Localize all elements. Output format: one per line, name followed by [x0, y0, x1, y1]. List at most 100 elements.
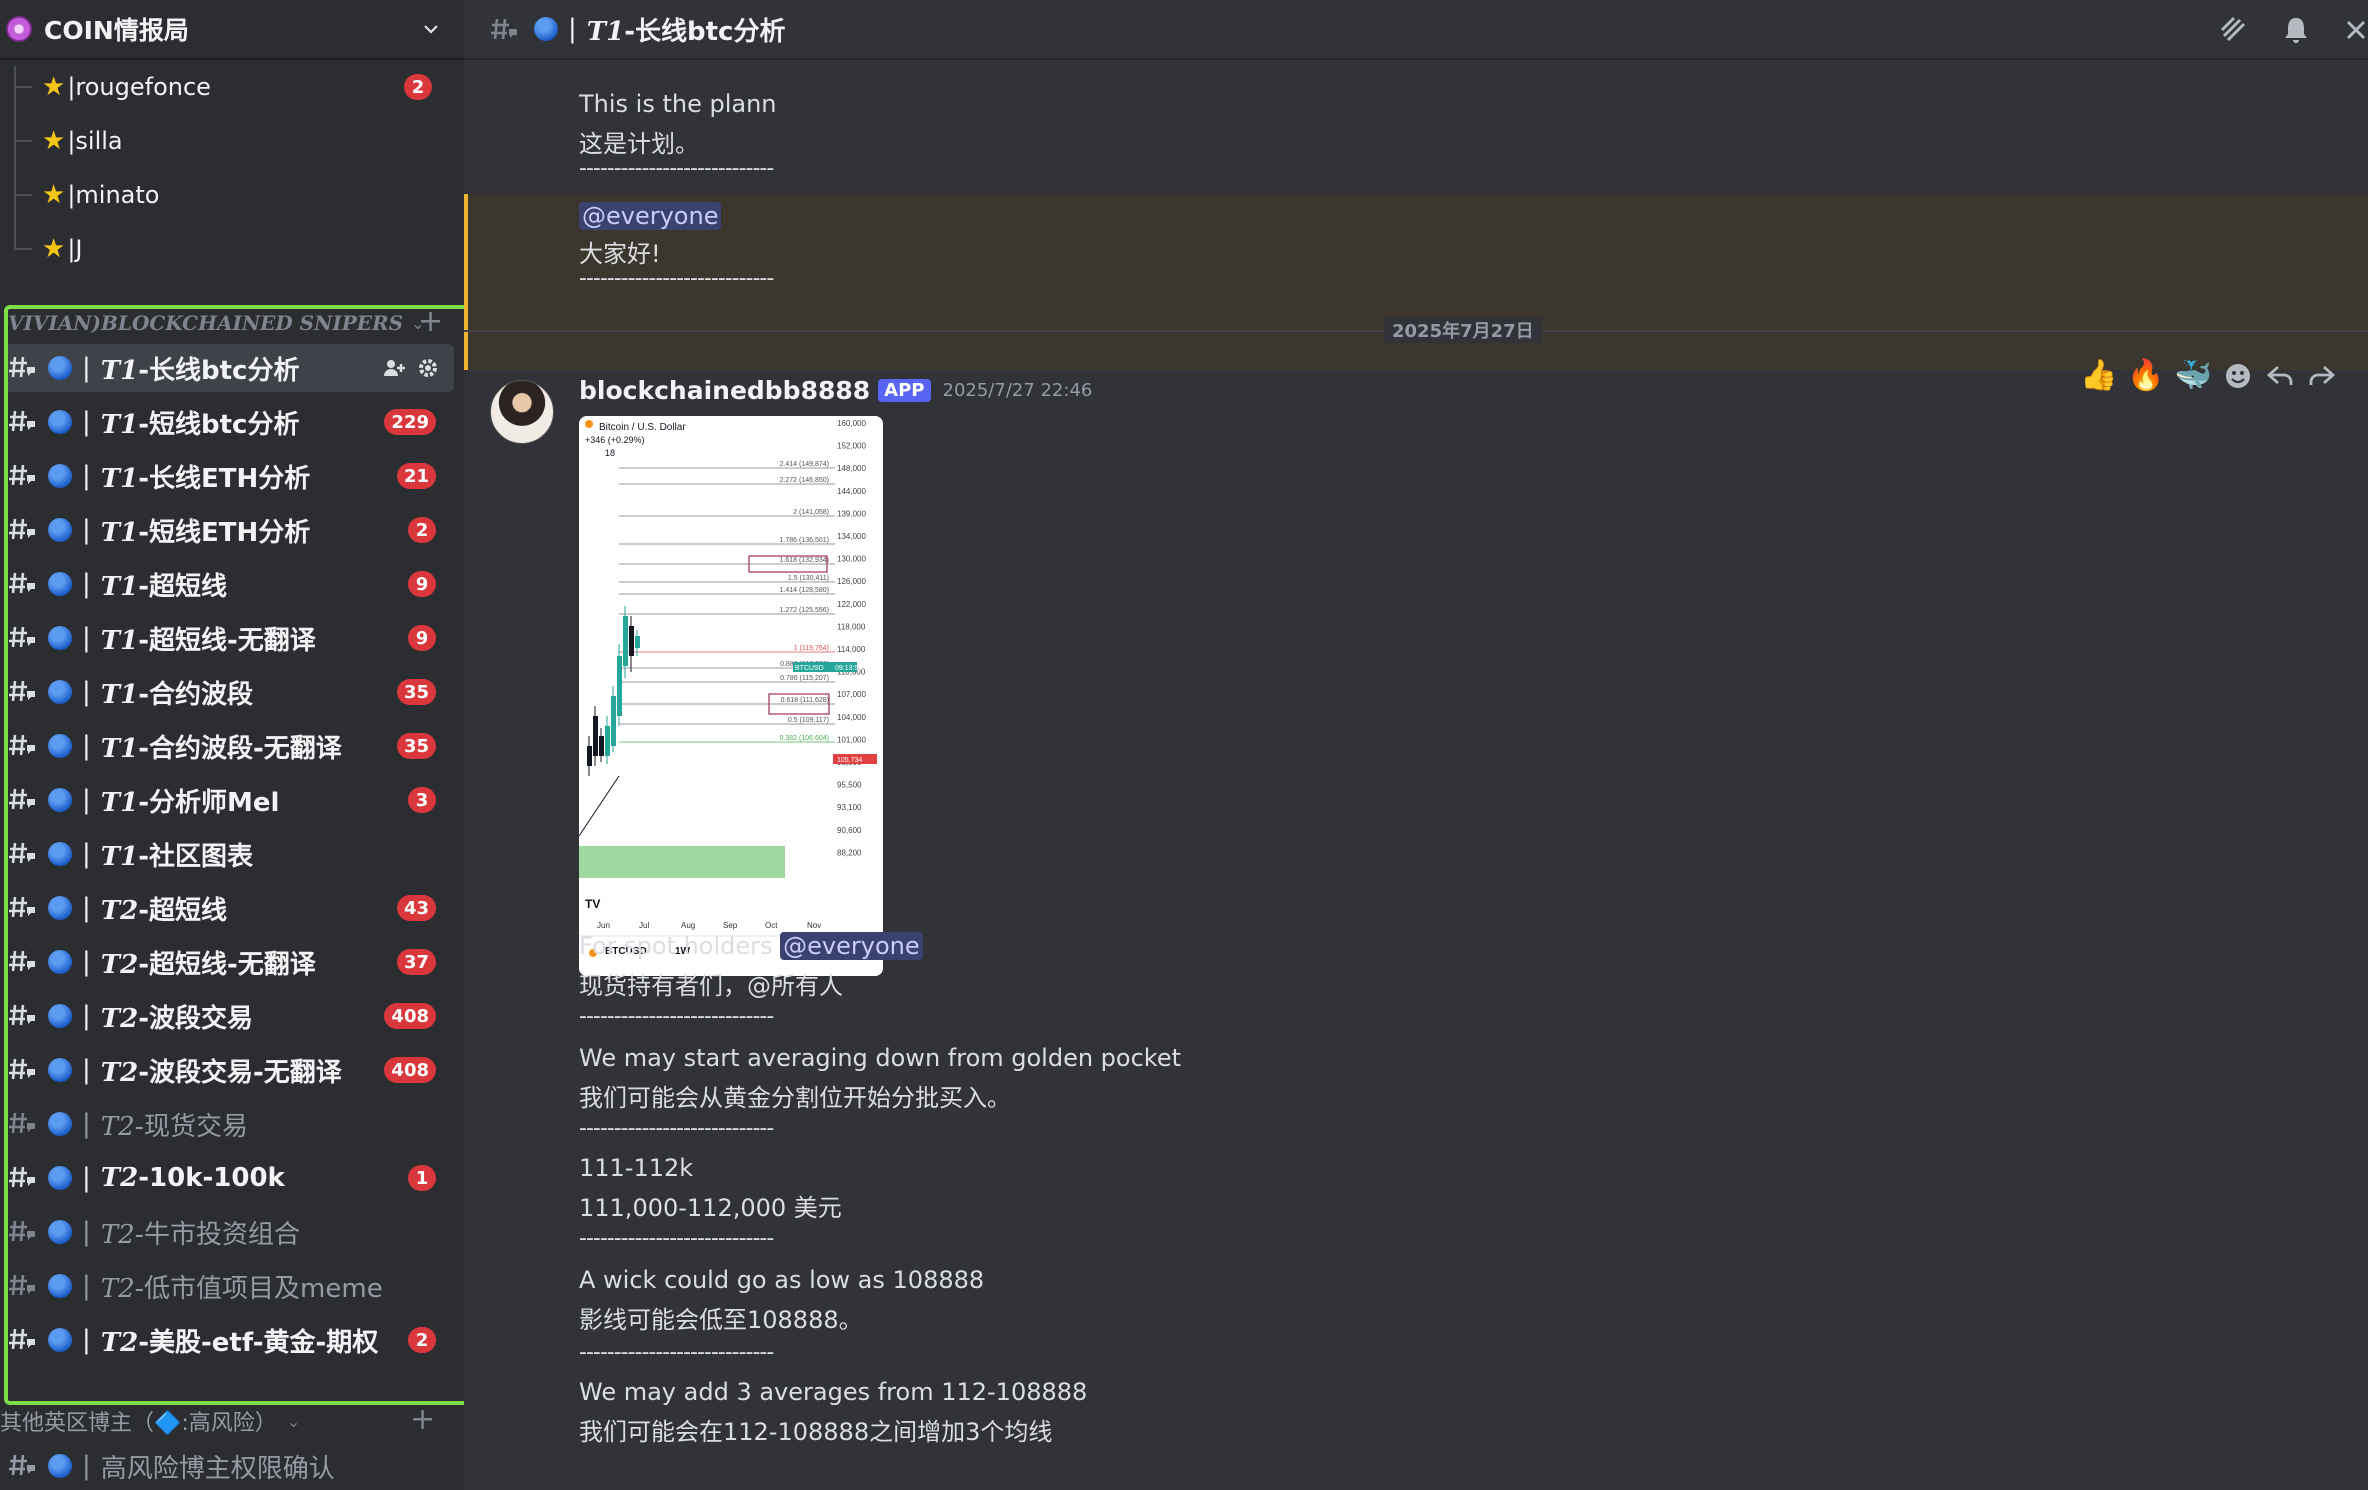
threads-icon[interactable]: [2218, 14, 2250, 46]
thread-hash-icon: [6, 999, 40, 1033]
blue-circle-icon: [48, 410, 72, 434]
price-axis-label: 148,000: [837, 464, 866, 473]
reply-icon[interactable]: [2264, 360, 2296, 392]
channel-item[interactable]: | T2-超短线-无翻译 37: [4, 938, 454, 986]
mention-everyone[interactable]: @everyone: [780, 932, 923, 960]
thread-hash-icon: [6, 513, 40, 547]
add-channel-icon[interactable]: +: [418, 304, 443, 339]
channel-item[interactable]: | T1-社区图表: [4, 830, 454, 878]
channel-high-risk[interactable]: | 高风险博主权限确认: [4, 1442, 454, 1490]
fib-label: 1.786 (136,501): [780, 537, 829, 544]
blue-circle-icon: [48, 1004, 72, 1028]
channel-item[interactable]: | T1-分析师Mel 3: [4, 776, 454, 824]
channel-sidebar: COIN情报局 ★ |rougefonce 2 ★ |silla ★ |mina…: [0, 0, 464, 1490]
fib-label: 2.414 (149,874): [780, 461, 829, 468]
channel-item[interactable]: | T2-10k-100k 1: [4, 1154, 454, 1202]
thread-item-minato[interactable]: ★ |minato: [14, 168, 464, 222]
channel-item[interactable]: | T2-超短线 43: [4, 884, 454, 932]
price-axis-label: 152,000: [837, 442, 866, 451]
thread-item-j[interactable]: ★ |J: [14, 222, 464, 276]
chevron-down-icon[interactable]: [422, 20, 438, 36]
price-axis-label: 93,100: [837, 803, 862, 812]
channel-item[interactable]: | T1-超短线-无翻译 9: [4, 614, 454, 662]
chart-screenshot-image[interactable]: 160,000 152,000 148,000 144,000 139,000 134,0…: [579, 416, 883, 976]
message-text: 111,000-112,000 美元: [579, 1194, 842, 1222]
blue-circle-icon: [48, 734, 72, 758]
channel-item[interactable]: | T1-合约波段-无翻译 35: [4, 722, 454, 770]
channel-item[interactable]: | T1-超短线 9: [4, 560, 454, 608]
bell-icon[interactable]: [2280, 14, 2312, 46]
category-header-2[interactable]: 其他英区博主（🔷:高风险） ⌄ +: [0, 1402, 464, 1438]
mention-everyone[interactable]: @everyone: [579, 202, 722, 230]
unread-badge: 35: [396, 733, 436, 759]
thread-item-rougefonce[interactable]: ★ |rougefonce 2: [14, 60, 464, 114]
unread-badge: 2: [404, 74, 432, 100]
btc-icon: [585, 420, 593, 428]
price-axis-label: 134,000: [837, 532, 866, 541]
time-axis-label: Oct: [765, 921, 778, 930]
channel-item[interactable]: | T2-牛市投资组合: [4, 1208, 454, 1256]
channel-item[interactable]: | T1-合约波段 35: [4, 668, 454, 716]
thread-hash-icon: [6, 1161, 40, 1195]
gear-icon[interactable]: [416, 356, 440, 380]
blue-circle-icon: [48, 680, 72, 704]
chart-interval-control: 18: [605, 448, 616, 458]
candle-body: [599, 736, 604, 756]
channel-item[interactable]: | T2-现货交易: [4, 1100, 454, 1148]
channel-name: T2-超短线: [100, 895, 228, 926]
channel-item[interactable]: | T1-短线btc分析 229: [4, 398, 454, 446]
chart-symbol-title: Bitcoin / U.S. Dollar: [599, 422, 686, 433]
fire-icon[interactable]: 🔥: [2127, 361, 2164, 391]
thread-hash-icon: [6, 945, 40, 979]
thread-hash-icon: [6, 459, 40, 493]
channel-name: T1-长线btc分析: [100, 355, 300, 386]
thread-hash-icon: [6, 351, 40, 385]
unread-badge: 2: [408, 517, 436, 543]
price-axis-label: 88,200: [837, 848, 862, 857]
channel-item[interactable]: | T2-美股-etf-黄金-期权 2: [4, 1316, 454, 1364]
thread-hash-icon: [6, 729, 40, 763]
server-header[interactable]: COIN情报局: [0, 0, 464, 60]
thread-hash-icon: [6, 567, 40, 601]
channel-item[interactable]: | T1-短线ETH分析 2: [4, 506, 454, 554]
thread-hash-icon: [6, 837, 40, 871]
thread-name: |rougefonce: [67, 73, 211, 101]
price-tag-red: 105,734: [837, 757, 862, 764]
blue-circle-icon: [48, 626, 72, 650]
channel-name: T1-超短线-无翻译: [100, 625, 316, 656]
forward-icon[interactable]: [2306, 360, 2338, 392]
price-axis-label: 101,000: [837, 735, 866, 744]
thumbs-up-icon[interactable]: 👍: [2080, 361, 2117, 391]
channel-item[interactable]: | T1-长线ETH分析 21: [4, 452, 454, 500]
channel-title: T1-长线btc分析: [586, 16, 786, 47]
channel-item[interactable]: | T2-低市值项目及meme: [4, 1262, 454, 1310]
channel-name: T1-分析师Mel: [100, 787, 280, 818]
channel-item[interactable]: | T2-波段交易-无翻译 408: [4, 1046, 454, 1094]
channel-item[interactable]: | T2-波段交易 408: [4, 992, 454, 1040]
message-text: 影线可能会低至108888。: [579, 1306, 863, 1334]
add-member-icon[interactable]: [382, 356, 406, 380]
channel-item[interactable]: | T1-长线btc分析: [4, 344, 454, 392]
author-name[interactable]: blockchainedbb8888: [579, 376, 870, 405]
avatar[interactable]: [490, 380, 554, 444]
unread-badge: 43: [396, 895, 436, 921]
blue-circle-icon: [48, 842, 72, 866]
blue-circle-icon: [48, 518, 72, 542]
message-list: This is the plann 这是计划。 ----------------…: [464, 62, 2368, 1490]
channel-name: T1-合约波段: [100, 679, 254, 710]
whale-icon[interactable]: 🐳: [2175, 361, 2212, 391]
message-text: 大家好!: [579, 240, 661, 268]
thread-hash-icon: [6, 783, 40, 817]
close-icon[interactable]: [2340, 14, 2368, 46]
add-channel-icon[interactable]: +: [410, 1402, 435, 1437]
time-axis-label: Jul: [639, 921, 649, 930]
price-axis-label: 122,000: [837, 600, 866, 609]
add-reaction-icon[interactable]: [2222, 360, 2254, 392]
category-header[interactable]: VIVIAN)BLOCKCHAINED SNIPERS ⌄ +: [8, 304, 464, 340]
thread-hash-icon: [491, 18, 517, 40]
blue-circle-icon: [48, 1454, 72, 1478]
candle-body: [617, 656, 622, 716]
candle-body: [605, 726, 610, 756]
blue-circle-icon: [48, 464, 72, 488]
thread-item-silla[interactable]: ★ |silla: [14, 114, 464, 168]
